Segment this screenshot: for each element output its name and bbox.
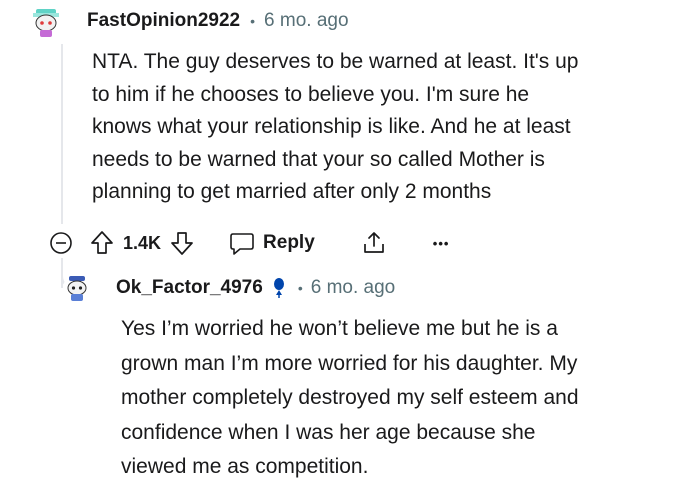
comment-timestamp[interactable]: 6 mo. ago xyxy=(264,10,349,32)
reply-line: confidence when I was her age because sh… xyxy=(121,420,536,444)
comment-line: NTA. The guy deserves to be warned at le… xyxy=(92,50,579,73)
comment-line: knows what your relationship is like. An… xyxy=(92,115,571,138)
thread-line xyxy=(61,44,63,224)
share-icon[interactable] xyxy=(361,230,387,256)
upvote-arrow-icon[interactable] xyxy=(89,230,115,256)
avatar-snoo-icon xyxy=(63,274,91,302)
reply-body: Yes I’m worried he won’t believe me but … xyxy=(121,312,579,485)
comment-line: needs to be warned that your so called M… xyxy=(92,147,545,171)
comment-username[interactable]: FastOpinion2922 xyxy=(87,10,240,32)
reply-line: viewed me as competition. xyxy=(121,455,369,478)
reply-label: Reply xyxy=(263,232,315,253)
reply-line: grown man I’m more worried for his daugh… xyxy=(121,351,578,375)
more-options-icon[interactable]: ••• xyxy=(433,236,450,251)
collapse-icon[interactable] xyxy=(49,231,73,255)
speech-bubble-icon xyxy=(229,230,255,256)
reply-header: Ok_Factor_4976 • 6 mo. ago xyxy=(116,275,395,301)
reply-button[interactable]: Reply xyxy=(229,230,315,256)
vote-count: 1.4K xyxy=(123,232,162,253)
comment-body: NTA. The guy deserves to be warned at le… xyxy=(92,46,579,209)
downvote-arrow-icon[interactable] xyxy=(169,230,195,256)
reply-line: Yes I’m worried he won’t believe me but … xyxy=(121,317,558,340)
reply-line: mother completely destroyed my self este… xyxy=(121,386,579,409)
reply-username[interactable]: Ok_Factor_4976 xyxy=(116,277,263,299)
meta-separator: • xyxy=(297,280,303,296)
comment-header: FastOpinion2922 • 6 mo. ago xyxy=(87,8,349,34)
avatar[interactable] xyxy=(30,6,62,38)
avatar-snoo-icon xyxy=(30,6,62,38)
reply-timestamp[interactable]: 6 mo. ago xyxy=(311,277,396,299)
comment-line: to him if he chooses to believe you. I'm… xyxy=(92,82,530,106)
comment-actions: 1.4K Reply ••• xyxy=(49,228,449,258)
reply-avatar[interactable] xyxy=(63,274,91,302)
meta-separator: • xyxy=(250,13,256,29)
comment-line: planning to get married after only 2 mon… xyxy=(92,180,492,203)
microphone-icon xyxy=(270,277,288,299)
